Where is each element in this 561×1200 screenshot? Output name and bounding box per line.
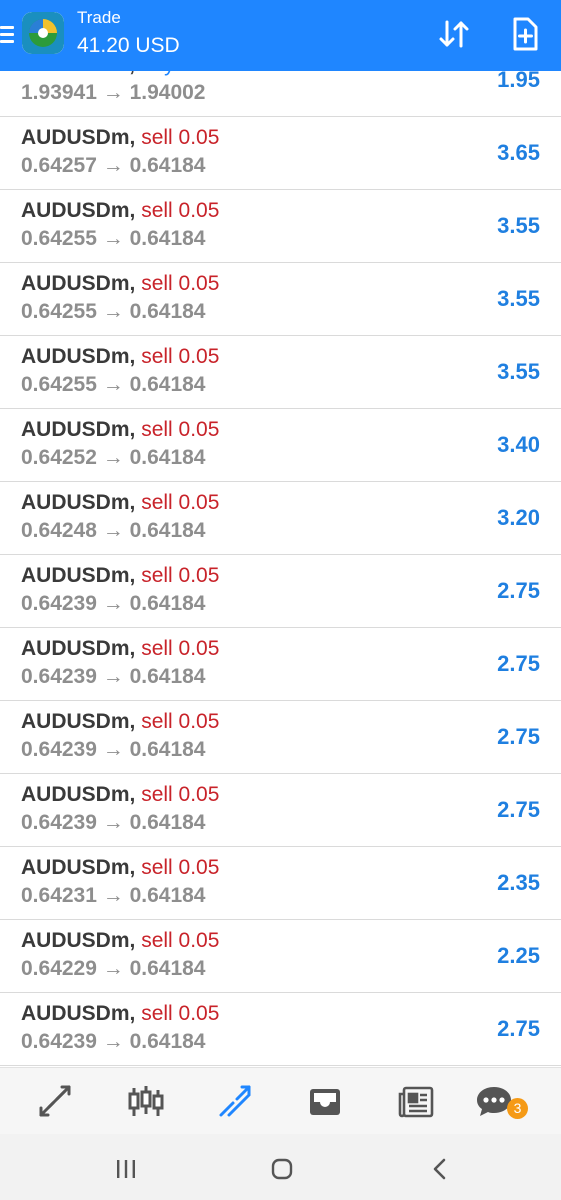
position-title: AUDUSDm, sell 0.05 bbox=[21, 418, 219, 442]
position-row[interactable]: AUDUSDm, sell 0.05 0.64239 → 0.64184 2.75 bbox=[0, 555, 561, 628]
position-side-volume: sell 0.05 bbox=[141, 126, 220, 149]
position-profit: 2.25 bbox=[497, 943, 540, 968]
position-symbol: AUDUSDm, bbox=[21, 418, 136, 441]
position-symbol: AUDUSDm, bbox=[21, 491, 136, 514]
position-title: AUDUSDm, sell 0.05 bbox=[21, 1002, 219, 1026]
position-profit: 3.55 bbox=[497, 213, 540, 238]
position-row[interactable]: AUDUSDm, sell 0.05 0.64255 → 0.64184 3.55 bbox=[0, 336, 561, 409]
position-prices: 0.64248 → 0.64184 bbox=[21, 519, 206, 542]
app-header: Trade 41.20 USD bbox=[0, 0, 561, 71]
news-icon[interactable] bbox=[396, 1082, 436, 1122]
position-symbol: AUDUSDm, bbox=[21, 272, 136, 295]
position-side-volume: sell 0.05 bbox=[141, 491, 220, 514]
position-prices: 0.64239 → 0.64184 bbox=[21, 592, 206, 615]
position-side-volume: sell 0.05 bbox=[141, 783, 220, 806]
position-title: AUDUSDm, sell 0.05 bbox=[21, 491, 219, 515]
metatrader-logo bbox=[22, 12, 64, 54]
position-symbol: AUDUSDm, bbox=[21, 126, 136, 149]
position-profit: 2.75 bbox=[497, 1016, 540, 1041]
position-profit: 3.55 bbox=[497, 359, 540, 384]
position-row[interactable]: AUDUSDm, sell 0.05 0.64257 → 0.64184 3.65 bbox=[0, 117, 561, 190]
position-side-volume: sell 0.05 bbox=[141, 637, 220, 660]
position-title: AUDUSDm, sell 0.05 bbox=[21, 126, 219, 150]
new-order-icon[interactable] bbox=[505, 14, 545, 54]
position-profit: 3.55 bbox=[497, 286, 540, 311]
position-side-volume: sell 0.05 bbox=[141, 710, 220, 733]
position-prices: 0.64239 → 0.64184 bbox=[21, 811, 206, 834]
position-row[interactable]: AUDUSDm, sell 0.05 0.64229 → 0.64184 2.25 bbox=[0, 920, 561, 993]
position-side-volume: sell 0.05 bbox=[141, 345, 220, 368]
position-symbol: AUDUSDm, bbox=[21, 637, 136, 660]
position-profit: 2.75 bbox=[497, 797, 540, 822]
position-title: AUDUSDm, sell 0.05 bbox=[21, 929, 219, 953]
position-side-volume: sell 0.05 bbox=[141, 929, 220, 952]
system-navigation-bar bbox=[0, 1134, 561, 1200]
position-symbol: AUDUSDm, bbox=[21, 783, 136, 806]
quotes-icon[interactable] bbox=[35, 1082, 75, 1122]
position-symbol: AUDUSDm, bbox=[21, 199, 136, 222]
trade-icon[interactable] bbox=[215, 1082, 255, 1122]
position-symbol: AUDUSDm, bbox=[21, 345, 136, 368]
position-prices: 0.64239 → 0.64184 bbox=[21, 738, 206, 761]
position-title: AUDUSDm, sell 0.05 bbox=[21, 783, 219, 807]
position-prices: 0.64239 → 0.64184 bbox=[21, 1030, 206, 1053]
history-inbox-icon[interactable] bbox=[305, 1082, 345, 1122]
position-side-volume: sell 0.05 bbox=[141, 272, 220, 295]
position-prices: 0.64231 → 0.64184 bbox=[21, 884, 206, 907]
position-title: AUDUSDm, sell 0.05 bbox=[21, 637, 219, 661]
position-prices: 0.64229 → 0.64184 bbox=[21, 957, 206, 980]
position-row[interactable]: AUDUSDm, sell 0.05 0.64231 → 0.64184 2.35 bbox=[0, 847, 561, 920]
position-symbol: AUDUSDm, bbox=[21, 710, 136, 733]
position-prices: 0.64252 → 0.64184 bbox=[21, 446, 206, 469]
recent-apps-icon[interactable] bbox=[111, 1154, 141, 1184]
position-title: AUDUSDm, sell 0.05 bbox=[21, 856, 219, 880]
position-profit: 2.75 bbox=[497, 651, 540, 676]
position-prices: 0.64255 → 0.64184 bbox=[21, 227, 206, 250]
position-row[interactable]: AUDUSDm, sell 0.05 0.64239 → 0.64184 2.75 bbox=[0, 993, 561, 1066]
position-title: AUDUSDm, sell 0.05 bbox=[21, 564, 219, 588]
page-title: Trade bbox=[77, 8, 121, 27]
position-side-volume: sell 0.05 bbox=[141, 564, 220, 587]
position-row[interactable]: AUDUSDm, sell 0.05 0.64239 → 0.64184 2.75 bbox=[0, 628, 561, 701]
position-prices: 0.64239 → 0.64184 bbox=[21, 665, 206, 688]
position-side-volume: sell 0.05 bbox=[141, 418, 220, 441]
position-side-volume: sell 0.05 bbox=[141, 199, 220, 222]
positions-list[interactable]: GBPAUDm, buy 0.061.93941 → 1.940021.95AU… bbox=[0, 44, 561, 1067]
messages-badge: 3 bbox=[507, 1098, 528, 1119]
sort-arrows-icon[interactable] bbox=[434, 14, 474, 54]
back-icon[interactable] bbox=[425, 1154, 455, 1184]
position-row[interactable]: AUDUSDm, sell 0.05 0.64255 → 0.64184 3.55 bbox=[0, 263, 561, 336]
chart-candles-icon[interactable] bbox=[126, 1082, 166, 1122]
position-title: AUDUSDm, sell 0.05 bbox=[21, 199, 219, 223]
position-title: AUDUSDm, sell 0.05 bbox=[21, 710, 219, 734]
position-prices: 0.64255 → 0.64184 bbox=[21, 300, 206, 323]
position-symbol: AUDUSDm, bbox=[21, 929, 136, 952]
bottom-tab-bar bbox=[0, 1067, 561, 1134]
home-icon[interactable] bbox=[267, 1154, 297, 1184]
position-row[interactable]: AUDUSDm, sell 0.05 0.64239 → 0.64184 2.75 bbox=[0, 774, 561, 847]
position-symbol: AUDUSDm, bbox=[21, 856, 136, 879]
position-profit: 3.20 bbox=[497, 505, 540, 530]
position-symbol: AUDUSDm, bbox=[21, 1002, 136, 1025]
position-profit: 3.40 bbox=[497, 432, 540, 457]
account-balance: 41.20 USD bbox=[77, 34, 180, 57]
position-title: AUDUSDm, sell 0.05 bbox=[21, 345, 219, 369]
position-row[interactable]: AUDUSDm, sell 0.05 0.64252 → 0.64184 3.40 bbox=[0, 409, 561, 482]
position-profit: 2.75 bbox=[497, 724, 540, 749]
position-profit: 2.35 bbox=[497, 870, 540, 895]
position-row[interactable]: AUDUSDm, sell 0.05 0.64248 → 0.64184 3.20 bbox=[0, 482, 561, 555]
position-profit: 2.75 bbox=[497, 578, 540, 603]
hamburger-icon[interactable] bbox=[0, 26, 14, 44]
position-prices: 0.64255 → 0.64184 bbox=[21, 373, 206, 396]
position-side-volume: sell 0.05 bbox=[141, 1002, 220, 1025]
position-side-volume: sell 0.05 bbox=[141, 856, 220, 879]
position-title: AUDUSDm, sell 0.05 bbox=[21, 272, 219, 296]
position-row[interactable]: AUDUSDm, sell 0.05 0.64255 → 0.64184 3.55 bbox=[0, 190, 561, 263]
position-prices: 0.64257 → 0.64184 bbox=[21, 154, 206, 177]
position-prices: 1.93941 → 1.94002 bbox=[21, 81, 206, 104]
position-symbol: AUDUSDm, bbox=[21, 564, 136, 587]
position-profit: 3.65 bbox=[497, 140, 540, 165]
position-row[interactable]: AUDUSDm, sell 0.05 0.64239 → 0.64184 2.75 bbox=[0, 701, 561, 774]
